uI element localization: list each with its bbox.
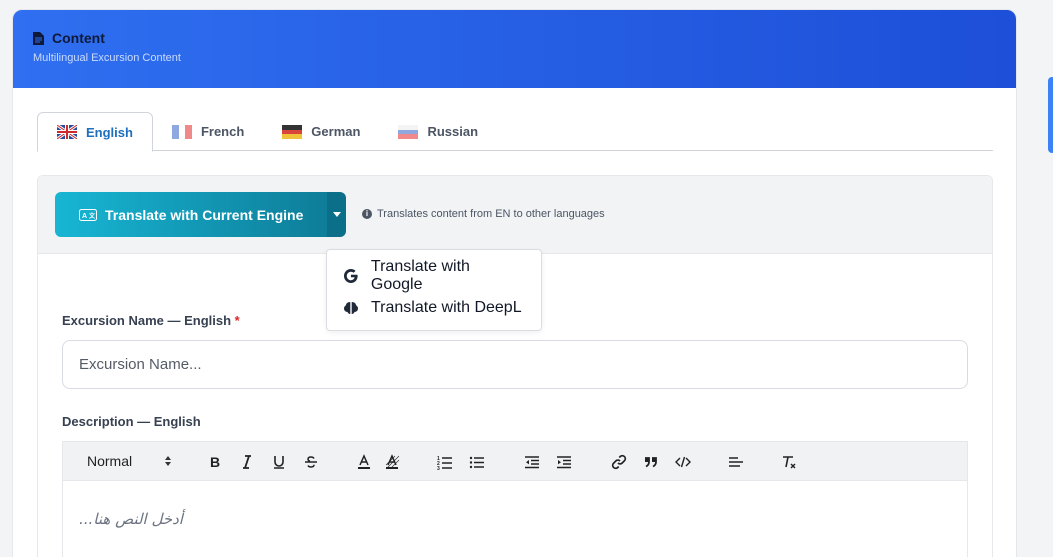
editor-toolbar: Normal B 123 [62,441,968,481]
menu-item-google[interactable]: Translate with Google [327,258,541,293]
svg-text:3: 3 [437,466,440,470]
required-asterisk: * [234,313,240,328]
tab-english[interactable]: English [37,112,153,152]
translate-icon: A 文 [79,208,97,221]
underline-icon [274,456,284,469]
strikethrough-button[interactable] [301,452,321,472]
bullet-list-icon [469,456,484,469]
underline-button[interactable] [269,452,289,472]
russia-flag-icon [398,124,419,139]
tab-french[interactable]: French [153,112,263,151]
format-select-value: Normal [87,453,133,469]
bullet-list-button[interactable] [467,452,487,472]
deepl-icon [344,302,358,314]
tab-english-label: English [86,124,133,140]
svg-text:文: 文 [88,212,96,220]
svg-text:B: B [210,454,220,470]
translate-engine-dropdown-toggle[interactable] [327,192,346,237]
bold-icon: B [210,454,220,470]
translate-hint-text: Translates content from EN to other lang… [377,208,605,220]
blockquote-icon [645,457,657,468]
card-subtitle: Multilingual Excursion Content [33,52,181,64]
code-icon [675,456,691,468]
italic-icon [243,455,251,469]
format-select[interactable]: Normal [87,453,171,469]
excursion-name-label-text: Excursion Name — English [62,313,232,328]
svg-text:A: A [82,213,87,220]
tab-german-label: German [311,124,361,139]
ordered-list-button[interactable]: 123 [435,452,455,472]
tab-russian[interactable]: Russian [379,112,497,151]
ordered-list-icon: 123 [437,456,452,470]
tab-german[interactable]: German [263,112,379,151]
clear-formatting-icon [783,456,796,469]
code-block-button[interactable] [673,452,693,472]
link-icon [611,454,627,470]
card-title-text: Content [52,30,105,46]
menu-item-deepl[interactable]: Translate with DeepL [327,292,541,324]
background-color-button[interactable] [382,452,402,472]
france-flag-icon [171,124,192,139]
align-button[interactable] [726,452,746,472]
tab-french-label: French [200,124,245,139]
menu-item-deepl-label: Translate with DeepL [371,299,522,316]
tab-russian-label: Russian [427,124,479,139]
bold-button[interactable]: B [205,452,225,472]
strikethrough-icon [305,456,317,468]
clear-formatting-button[interactable] [779,452,799,472]
italic-button[interactable] [237,452,257,472]
translate-engine-menu: Translate with Google Translate with Dee… [326,249,542,331]
outdent-button[interactable] [522,452,542,472]
translate-current-engine-button[interactable]: A 文 Translate with Current Engine [55,192,327,237]
content-card: Content Multilingual Excursion Content E… [12,9,1017,557]
document-icon [33,31,44,45]
language-panel: A 文 Translate with Current Engine i Tran… [37,175,993,557]
excursion-name-input[interactable] [62,340,968,389]
germany-flag-icon [282,124,303,139]
indent-icon [557,456,571,469]
description-editor[interactable]: أدخل النص هنا... [62,481,968,557]
translate-toolbar: A 文 Translate with Current Engine i Tran… [38,176,992,254]
editor-placeholder: أدخل النص هنا... [79,510,183,528]
indent-button[interactable] [554,452,574,472]
text-color-button[interactable] [354,452,374,472]
link-button[interactable] [609,452,629,472]
align-left-icon [729,457,743,467]
outdent-icon [525,456,539,469]
blockquote-button[interactable] [641,452,661,472]
info-icon: i [362,209,372,219]
background-color-icon [385,454,400,470]
card-title: Content [33,30,996,46]
translate-hint: i Translates content from EN to other la… [362,208,605,220]
uk-flag-icon [57,125,77,139]
text-color-icon [358,454,370,469]
card-header: Content Multilingual Excursion Content [13,10,1016,88]
google-icon [343,269,358,283]
language-tabs: English French German Russian [37,112,993,152]
excursion-name-label: Excursion Name — English * [62,313,240,328]
updown-arrows-icon [165,456,171,466]
side-scroll-accent [1048,77,1053,153]
translate-button-label: Translate with Current Engine [105,206,304,223]
description-label: Description — English [62,414,201,429]
menu-item-google-label: Translate with Google [370,258,470,293]
